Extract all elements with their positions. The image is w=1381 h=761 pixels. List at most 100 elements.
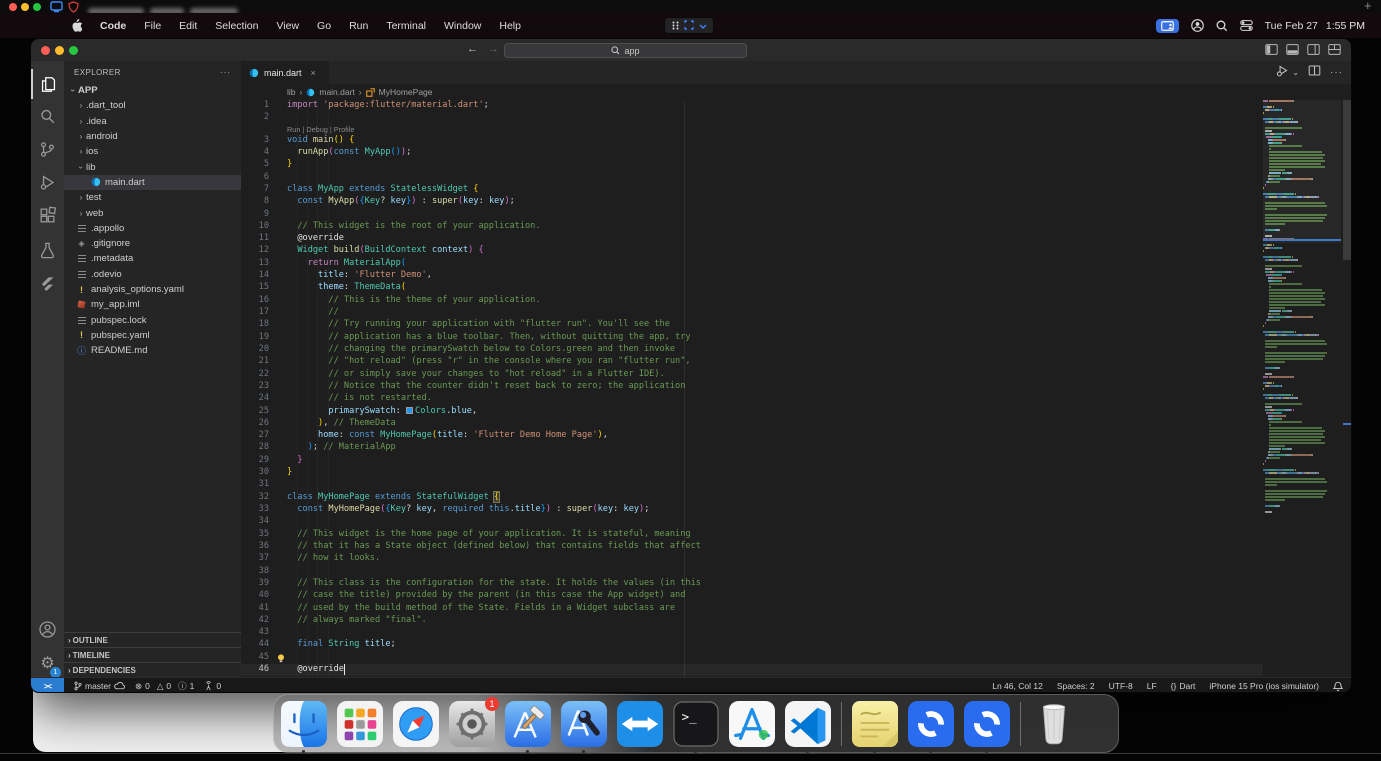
code-line-27[interactable]: 27 home: const MyHomePage(title: 'Flutte… — [241, 430, 1263, 442]
tree-item-my-app-iml[interactable]: my_app.iml — [64, 297, 241, 312]
dock-blue-loop-app-1-icon[interactable] — [908, 701, 954, 747]
tree-item--gitignore[interactable]: ◈.gitignore — [64, 236, 241, 251]
split-editor-icon[interactable] — [1308, 64, 1321, 82]
encoding[interactable]: UTF-8 — [1109, 681, 1133, 691]
language-mode[interactable]: {} Dart — [1171, 681, 1196, 691]
tree-item-pubspec-yaml[interactable]: !pubspec.yaml — [64, 328, 241, 343]
menu-help[interactable]: Help — [490, 13, 530, 38]
tab-main-dart[interactable]: main.dart × — [241, 61, 329, 84]
breadcrumb-lib[interactable]: lib — [287, 87, 296, 97]
code-line-19[interactable]: 19 // application has a blue toolbar. Th… — [241, 332, 1263, 344]
run-or-debug-icon[interactable] — [1276, 64, 1289, 82]
search-icon[interactable] — [31, 101, 64, 131]
code-line-43[interactable]: 43 — [241, 627, 1263, 639]
code-line-8[interactable]: 8 const MyApp({Key? key}) : super(key: k… — [241, 196, 1263, 208]
menu-view[interactable]: View — [267, 13, 308, 38]
code-line-32[interactable]: 32class MyHomePage extends StatefulWidge… — [241, 492, 1263, 504]
codelens-run-debug-profile[interactable]: Run | Debug | Profile — [241, 125, 1263, 135]
menu-run[interactable]: Run — [340, 13, 377, 38]
control-center-icon[interactable] — [1240, 20, 1253, 31]
code-line-29[interactable]: 29 } — [241, 455, 1263, 467]
code-line-11[interactable]: 11 @override — [241, 233, 1263, 245]
tree-item--appollo[interactable]: .appollo — [64, 221, 241, 236]
eol[interactable]: LF — [1147, 681, 1157, 691]
user-account-icon[interactable] — [1191, 19, 1204, 32]
dock-xcode-tools-icon[interactable] — [561, 701, 607, 747]
dock-finder-icon[interactable] — [281, 701, 327, 747]
code-line-42[interactable]: 42 // always marked "final". — [241, 615, 1263, 627]
tree-root-app[interactable]: ›APP — [64, 83, 241, 98]
breadcrumb-myhomepage[interactable]: MyHomePage — [379, 87, 433, 97]
code-line-26[interactable]: 26 ), // ThemeData — [241, 418, 1263, 430]
apple-menu[interactable] — [62, 13, 91, 38]
maximize-button[interactable] — [69, 46, 78, 55]
tree-item-main-dart[interactable]: main.dart — [64, 175, 241, 190]
tree-item--idea[interactable]: ›.idea — [64, 114, 241, 129]
toggle-secondary-sidebar-icon[interactable] — [1307, 43, 1320, 56]
dock-launchpad-icon[interactable] — [337, 701, 383, 747]
menu-code[interactable]: Code — [91, 13, 135, 38]
code-line-20[interactable]: 20 // changing the primarySwatch below t… — [241, 344, 1263, 356]
tab-close-icon[interactable]: × — [311, 68, 316, 78]
code-line-1[interactable]: 1import 'package:flutter/material.dart'; — [241, 100, 1263, 112]
code-line-17[interactable]: 17 // — [241, 307, 1263, 319]
code-line-12[interactable]: 12 Widget build(BuildContext context) { — [241, 245, 1263, 257]
code-line-38[interactable]: 38 — [241, 566, 1263, 578]
git-branch-item[interactable]: master — [74, 681, 125, 691]
explorer-icon[interactable] — [31, 69, 64, 99]
dock-blue-loop-app-2-icon[interactable] — [964, 701, 1010, 747]
testing-icon[interactable] — [31, 235, 64, 265]
code-line-9[interactable]: 9 — [241, 209, 1263, 221]
breadcrumb-main-dart[interactable]: main.dart — [319, 87, 354, 97]
code-area[interactable]: 1import 'package:flutter/material.dart';… — [241, 100, 1263, 677]
code-line-7[interactable]: 7class MyApp extends StatelessWidget { — [241, 184, 1263, 196]
code-line-10[interactable]: 10 // This widget is the root of your ap… — [241, 221, 1263, 233]
more-actions-icon[interactable]: ··· — [1330, 67, 1343, 78]
tree-item-lib[interactable]: ›lib — [64, 159, 241, 174]
problems-item[interactable]: ⊗0 △0 ⓘ1 — [135, 680, 194, 692]
code-line-46[interactable]: 46 @override — [241, 664, 1263, 676]
code-line-5[interactable]: 5} — [241, 159, 1263, 171]
dock-stickies-icon[interactable] — [852, 701, 898, 747]
code-line-16[interactable]: 16 // This is the theme of your applicat… — [241, 295, 1263, 307]
source-control-icon[interactable] — [31, 134, 64, 164]
color-swatch[interactable] — [406, 407, 413, 414]
tree-item-android[interactable]: ›android — [64, 129, 241, 144]
code-line-15[interactable]: 15 theme: ThemeData( — [241, 282, 1263, 294]
indentation[interactable]: Spaces: 2 — [1057, 681, 1095, 691]
close-button[interactable] — [41, 46, 50, 55]
run-and-debug-icon[interactable] — [31, 167, 64, 197]
tree-item-readme-md[interactable]: ⓘREADME.md — [64, 343, 241, 358]
tree-item-analysis-options-yaml[interactable]: !analysis_options.yaml — [64, 282, 241, 297]
dock-teamviewer-icon[interactable] — [617, 701, 663, 747]
drag-handle-dots-icon[interactable] — [672, 17, 679, 35]
tree-item-ios[interactable]: ›ios — [64, 144, 241, 159]
toggle-panel-icon[interactable] — [1286, 43, 1299, 56]
code-line-35[interactable]: 35 // This widget is the home page of yo… — [241, 529, 1263, 541]
code-line-44[interactable]: 44 final String title; — [241, 639, 1263, 651]
code-line-34[interactable]: 34 — [241, 516, 1263, 528]
dock-trash-icon[interactable] — [1031, 701, 1077, 747]
chevron-down-icon[interactable] — [699, 17, 707, 35]
code-line-23[interactable]: 23 // Notice that the counter didn't res… — [241, 381, 1263, 393]
code-line-14[interactable]: 14 title: 'Flutter Demo', — [241, 270, 1263, 282]
code-line-18[interactable]: 18 // Try running your application with … — [241, 319, 1263, 331]
device-selector[interactable]: iPhone 15 Pro (ios simulator) — [1209, 681, 1319, 691]
code-line-31[interactable]: 31 — [241, 479, 1263, 491]
code-line-41[interactable]: 41 // used by the build method of the St… — [241, 603, 1263, 615]
screen-sharing-icon[interactable] — [1156, 19, 1179, 33]
nav-forward-icon[interactable]: → — [488, 43, 499, 55]
command-center[interactable]: app — [504, 43, 747, 58]
nav-back-icon[interactable]: ← — [467, 43, 478, 55]
code-line-30[interactable]: 30} — [241, 467, 1263, 479]
account-icon[interactable] — [31, 614, 64, 644]
spotlight-search-icon[interactable] — [1216, 20, 1228, 32]
dock-system-settings-icon[interactable]: 1 — [449, 701, 495, 747]
vertical-scrollbar-thumb[interactable] — [1343, 100, 1352, 260]
flutter-icon[interactable] — [31, 269, 64, 299]
tree-item-web[interactable]: ›web — [64, 205, 241, 220]
dock-xcode-icon[interactable] — [505, 701, 551, 747]
section-timeline[interactable]: ›TIMELINE — [64, 647, 241, 662]
minimize-button[interactable] — [55, 46, 64, 55]
cursor-position[interactable]: Ln 46, Col 12 — [992, 681, 1043, 691]
